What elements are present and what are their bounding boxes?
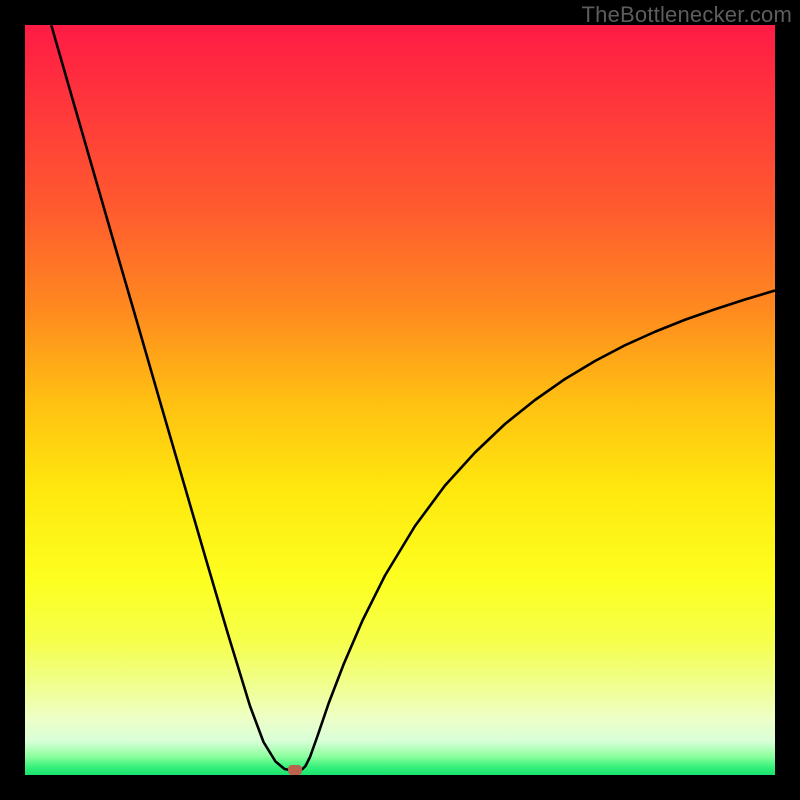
bottleneck-chart <box>25 25 775 775</box>
gradient-background <box>25 25 775 775</box>
source-caption: TheBottlenecker.com <box>582 2 792 28</box>
optimal-point-marker <box>288 765 302 775</box>
chart-frame: TheBottlenecker.com <box>0 0 800 800</box>
plot-area <box>25 25 775 775</box>
